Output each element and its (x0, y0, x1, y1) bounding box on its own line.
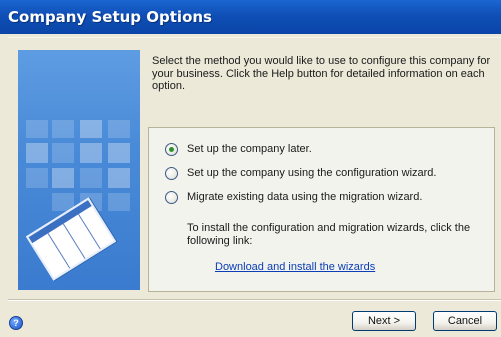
window-title: Company Setup Options (8, 8, 212, 26)
sidebar-illustration (18, 50, 140, 290)
option-label: Set up the company using the configurati… (187, 167, 437, 179)
instructions-text: Select the method you would like to use … (152, 55, 491, 92)
option-configuration-wizard[interactable]: Set up the company using the configurati… (165, 166, 436, 180)
radio-checked-icon[interactable] (165, 142, 178, 156)
cancel-button[interactable]: Cancel (433, 311, 497, 331)
options-group: Set up the company later. Set up the com… (148, 127, 495, 292)
install-instructions: To install the configuration and migrati… (187, 222, 471, 247)
radio-icon[interactable] (165, 190, 178, 204)
option-setup-later[interactable]: Set up the company later. (165, 142, 312, 156)
footer-divider (8, 299, 501, 301)
help-icon[interactable]: ? (9, 316, 23, 330)
download-wizards-link[interactable]: Download and install the wizards (215, 261, 375, 273)
title-bar[interactable]: Company Setup Options (0, 0, 501, 34)
option-label: Set up the company later. (187, 143, 312, 155)
next-button[interactable]: Next > (352, 311, 416, 331)
option-label: Migrate existing data using the migratio… (187, 191, 423, 203)
radio-icon[interactable] (165, 166, 178, 180)
spreadsheet-illustration-icon (25, 197, 117, 281)
option-migration-wizard[interactable]: Migrate existing data using the migratio… (165, 190, 422, 204)
